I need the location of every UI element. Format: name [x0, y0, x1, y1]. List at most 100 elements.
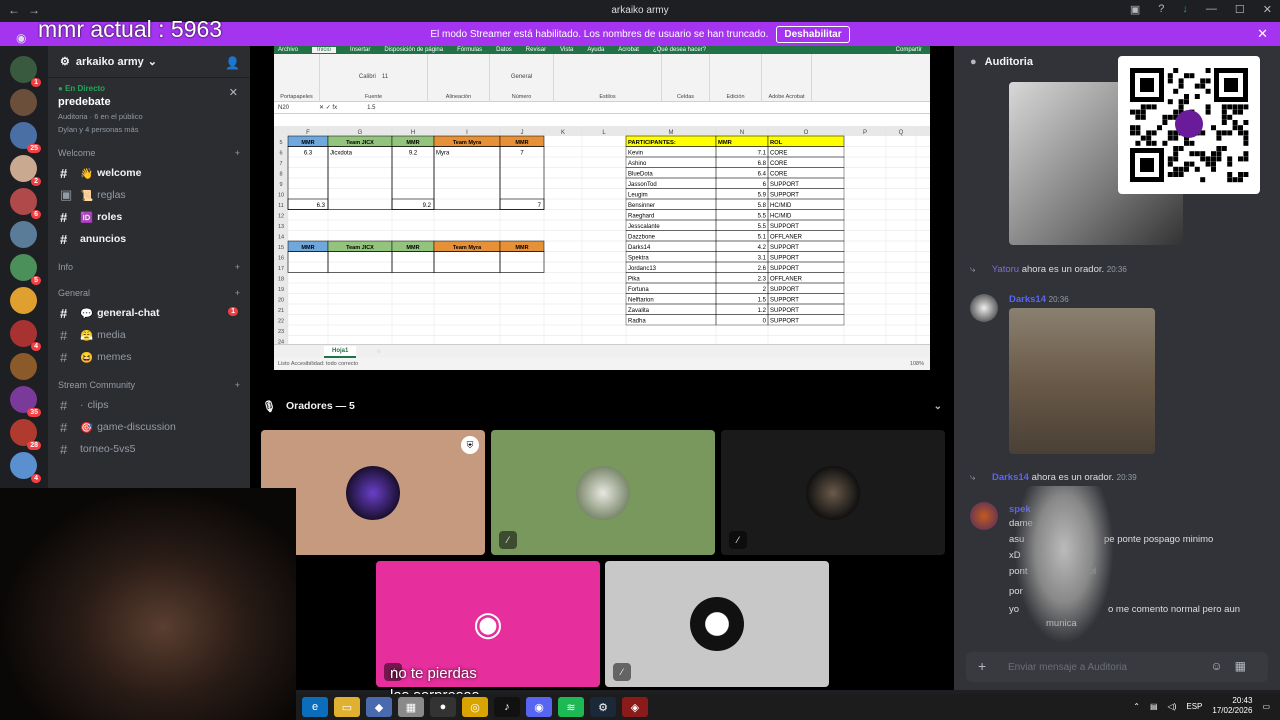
- server-icon[interactable]: 25: [10, 122, 41, 153]
- ribbon-tab[interactable]: Disposición de página: [384, 47, 443, 53]
- sheet-tab[interactable]: Hoja1: [324, 345, 357, 358]
- server-icon[interactable]: [10, 287, 37, 314]
- number-format-select[interactable]: General: [511, 74, 532, 80]
- shared-screen-excel[interactable]: Archivo Inicio Insertar Disposición de pági…: [274, 46, 930, 370]
- sheet-grid[interactable]: F G H I J K L M N O P Q5678910111213141516171819202…: [274, 126, 930, 344]
- ribbon-tab[interactable]: Inicio: [312, 47, 337, 53]
- channel-clips[interactable]: # · clips: [48, 394, 250, 416]
- channel-media[interactable]: # 😤 media: [48, 324, 250, 346]
- add-channel-icon[interactable]: +: [235, 262, 240, 272]
- server-icon[interactable]: [10, 89, 37, 116]
- channel-reglas[interactable]: ▣ 📜 reglas: [48, 184, 250, 206]
- server-icon[interactable]: 28: [10, 419, 41, 450]
- server-icon[interactable]: 1: [10, 56, 41, 87]
- ribbon-group[interactable]: Alineación: [428, 54, 490, 102]
- server-icon[interactable]: 4: [10, 452, 41, 483]
- add-sheet-icon[interactable]: ⊕: [376, 348, 381, 355]
- name-box[interactable]: N20: [278, 105, 289, 111]
- speaker-tile[interactable]: ⁄: [605, 561, 829, 687]
- add-channel-icon[interactable]: +: [235, 380, 240, 390]
- invite-icon[interactable]: 👤: [225, 56, 240, 70]
- ribbon-group[interactable]: General Número: [490, 54, 554, 102]
- dota-icon[interactable]: ◈: [622, 697, 648, 717]
- language-indicator[interactable]: ESP: [1186, 702, 1202, 711]
- server-icon[interactable]: [10, 353, 37, 380]
- username[interactable]: Yatoru: [992, 264, 1019, 275]
- chevron-down-icon[interactable]: ⌄: [934, 401, 942, 412]
- speaker-tile[interactable]: ⁄: [491, 430, 715, 555]
- ribbon-tab[interactable]: Insertar: [350, 47, 370, 53]
- obs-icon[interactable]: ●: [430, 697, 456, 717]
- username[interactable]: Darks14: [992, 472, 1029, 483]
- share-button[interactable]: Compartir: [896, 47, 922, 53]
- ribbon-tab[interactable]: Revisar: [526, 47, 546, 53]
- ribbon-tab[interactable]: Vista: [560, 47, 573, 53]
- network-icon[interactable]: ▤: [1150, 702, 1158, 711]
- download-icon[interactable]: ↓: [1182, 3, 1188, 16]
- add-attachment-icon[interactable]: +: [978, 658, 986, 674]
- disable-streamer-button[interactable]: Deshabilitar: [776, 25, 850, 43]
- app-icon[interactable]: ▦: [398, 697, 424, 717]
- ribbon-group[interactable]: Celdas: [662, 54, 710, 102]
- maximize-icon[interactable]: ☐: [1235, 3, 1245, 16]
- edge-icon[interactable]: e: [302, 697, 328, 717]
- steam-icon[interactable]: ⚙: [590, 697, 616, 717]
- clock[interactable]: 20:43 17/02/2026: [1212, 696, 1252, 716]
- close-window-icon[interactable]: ✕: [1263, 3, 1272, 16]
- message-input[interactable]: + Enviar mensaje a Auditoria ☺▦: [966, 652, 1268, 682]
- volume-icon[interactable]: ◁): [1168, 702, 1177, 711]
- discord-home-icon[interactable]: ◉: [16, 31, 26, 45]
- help-icon[interactable]: ?: [1158, 3, 1164, 16]
- channel-torneo[interactable]: # torneo-5vs5: [48, 438, 250, 460]
- channel-anuncios[interactable]: # anuncios: [48, 228, 250, 250]
- server-icon[interactable]: 4: [10, 320, 41, 351]
- server-icon[interactable]: 5: [10, 254, 41, 285]
- channel-welcome[interactable]: # 👋 welcome: [48, 162, 250, 184]
- formula-bar[interactable]: N20 ✕ ✓ fx 1.5: [274, 102, 930, 114]
- channel-roles[interactable]: # 🆔 roles: [48, 206, 250, 228]
- zoom-level[interactable]: 108%: [910, 361, 924, 367]
- ribbon-tab[interactable]: Acrobat: [618, 47, 639, 53]
- close-stage-icon[interactable]: ✕: [229, 86, 238, 99]
- server-icon[interactable]: 6: [10, 188, 41, 219]
- tiktok-icon[interactable]: ♪: [494, 697, 520, 717]
- tray-arrow-icon[interactable]: ⌃: [1133, 702, 1140, 711]
- ribbon-group[interactable]: Edición: [710, 54, 762, 102]
- category-general[interactable]: General +: [48, 284, 250, 302]
- chrome-icon[interactable]: ◎: [462, 697, 488, 717]
- server-icon[interactable]: [10, 221, 37, 248]
- image-attachment[interactable]: [1009, 308, 1155, 454]
- font-size-select[interactable]: 11: [382, 74, 388, 80]
- channel-general-chat[interactable]: # 💬 general-chat 1: [48, 302, 250, 324]
- username[interactable]: Darks14: [1009, 294, 1046, 305]
- avatar[interactable]: [970, 294, 998, 322]
- avatar[interactable]: [970, 502, 998, 530]
- category-welcome[interactable]: Welcome +: [48, 144, 250, 162]
- server-icon[interactable]: 35: [10, 386, 41, 417]
- ribbon-tab[interactable]: Archivo: [278, 47, 298, 53]
- ribbon-group[interactable]: Portapapeles: [274, 54, 320, 102]
- minimize-icon[interactable]: —: [1206, 3, 1217, 16]
- spotify-icon[interactable]: ≋: [558, 697, 584, 717]
- speaker-tile[interactable]: ⁄: [721, 430, 945, 555]
- inbox-icon[interactable]: ▣: [1130, 3, 1140, 16]
- file-explorer-icon[interactable]: ▭: [334, 697, 360, 717]
- ribbon-tab[interactable]: Fórmulas: [457, 47, 482, 53]
- speakers-header[interactable]: 🎙 Oradores — 5 ⌄: [250, 396, 954, 416]
- emoji-picker-icon[interactable]: ☺▦: [1210, 659, 1258, 673]
- channel-memes[interactable]: # 😆 memes: [48, 346, 250, 368]
- category-stream[interactable]: Stream Community +: [48, 376, 250, 394]
- notification-icon[interactable]: ▭: [1262, 702, 1270, 711]
- stage-card[interactable]: ● En Directo predebate Auditoria · 6 en …: [48, 78, 250, 140]
- ribbon-group[interactable]: Calibri 11 Fuente: [320, 54, 428, 102]
- discord-icon[interactable]: ◉: [526, 697, 552, 717]
- add-channel-icon[interactable]: +: [235, 288, 240, 298]
- close-banner-icon[interactable]: ✕: [1257, 26, 1268, 42]
- app-icon[interactable]: ◆: [366, 697, 392, 717]
- ribbon-tab[interactable]: Ayuda: [587, 47, 604, 53]
- channel-game-discussion[interactable]: # 🎯 game-discussion: [48, 416, 250, 438]
- ribbon-group[interactable]: Adobe Acrobat: [762, 54, 812, 102]
- formula-value[interactable]: 1.5: [367, 105, 375, 111]
- guild-header[interactable]: ⚙ arkaiko army ⌄ 👤: [48, 46, 250, 78]
- font-select[interactable]: Calibri: [359, 74, 376, 80]
